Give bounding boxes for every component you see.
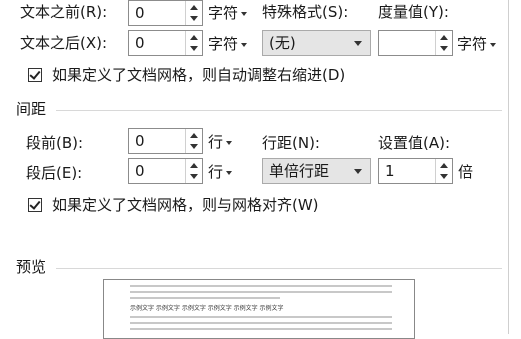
setting-value-value: 1 [385,162,395,180]
measure-unit-text: 字符 [457,35,488,53]
line-spacing-value: 单倍行距 [269,162,330,180]
indent-before-input[interactable]: 0 [128,0,203,26]
spacing-after-label: 段后(E): [26,164,83,182]
preview-line [130,285,392,287]
spacing-before-input[interactable]: 0 [128,128,203,154]
preview-line [130,316,392,318]
line-spacing-select[interactable]: 单倍行距 [262,158,371,184]
spacing-after-unit[interactable]: 行 [208,162,233,182]
spacing-before-label: 段前(B): [26,134,84,152]
chevron-down-icon [354,41,362,46]
chevron-down-icon [226,170,233,175]
spin-arrows-icon[interactable] [185,31,202,55]
preview-line [130,291,392,293]
indent-after-input[interactable]: 0 [128,30,203,56]
setting-value-input[interactable]: 1 [378,158,453,184]
chevron-down-icon [354,169,362,174]
indent-after-unit[interactable]: 字符 [208,34,248,54]
spin-arrows-icon[interactable] [185,129,202,153]
chevron-down-icon [241,42,248,47]
spacing-grid-checkbox-label[interactable]: 如果定义了文档网格，则与网格对齐(W) [52,195,319,215]
indent-before-value: 0 [135,4,145,22]
chevron-down-icon [226,140,233,145]
spacing-grid-checkbox[interactable] [28,198,42,212]
indent-before-unit[interactable]: 字符 [208,3,248,23]
spin-arrows-icon[interactable] [435,31,452,55]
special-format-value: (无) [269,34,296,52]
spacing-before-unit-text: 行 [208,133,224,151]
indent-after-unit-text: 字符 [208,35,239,53]
indent-before-label: 文本之前(R): [20,3,108,21]
indent-grid-checkbox[interactable] [28,68,42,82]
indent-before-unit-text: 字符 [208,4,239,22]
preview-line [130,297,280,299]
measure-input[interactable] [378,30,453,56]
preview-line [130,328,392,330]
measure-unit[interactable]: 字符 [457,34,497,54]
chevron-down-icon [241,11,248,16]
setting-value-unit: 倍 [458,163,474,181]
spacing-before-unit[interactable]: 行 [208,132,233,152]
spin-arrows-icon[interactable] [185,1,202,25]
setting-value-label: 设置值(A): [378,134,451,152]
preview-sample-text: 示例文字 示例文字 示例文字 示例文字 示例文字 示例文字 [130,305,284,312]
checkmark-icon [29,68,41,80]
indent-after-value: 0 [135,34,145,52]
spacing-after-input[interactable]: 0 [128,158,203,184]
preview-pane: 示例文字 示例文字 示例文字 示例文字 示例文字 示例文字 [103,279,415,339]
indent-after-label: 文本之后(X): [20,34,108,52]
spin-arrows-icon[interactable] [435,159,452,183]
preview-divider [56,268,502,269]
spacing-divider [56,110,502,111]
window-edge [508,0,509,334]
chevron-down-icon [490,42,497,47]
line-spacing-label: 行距(N): [262,134,320,152]
preview-line [130,322,392,324]
special-format-label: 特殊格式(S): [262,3,349,21]
spacing-before-value: 0 [135,132,145,150]
measure-label: 度量值(Y): [378,3,449,21]
spacing-section-title: 间距 [16,100,47,118]
indent-grid-checkbox-label[interactable]: 如果定义了文档网格，则自动调整右缩进(D) [52,65,345,85]
spacing-after-unit-text: 行 [208,163,224,181]
checkmark-icon [29,198,41,210]
spin-arrows-icon[interactable] [185,159,202,183]
spacing-after-value: 0 [135,162,145,180]
special-format-select[interactable]: (无) [262,30,371,56]
preview-section-title: 预览 [16,258,47,276]
